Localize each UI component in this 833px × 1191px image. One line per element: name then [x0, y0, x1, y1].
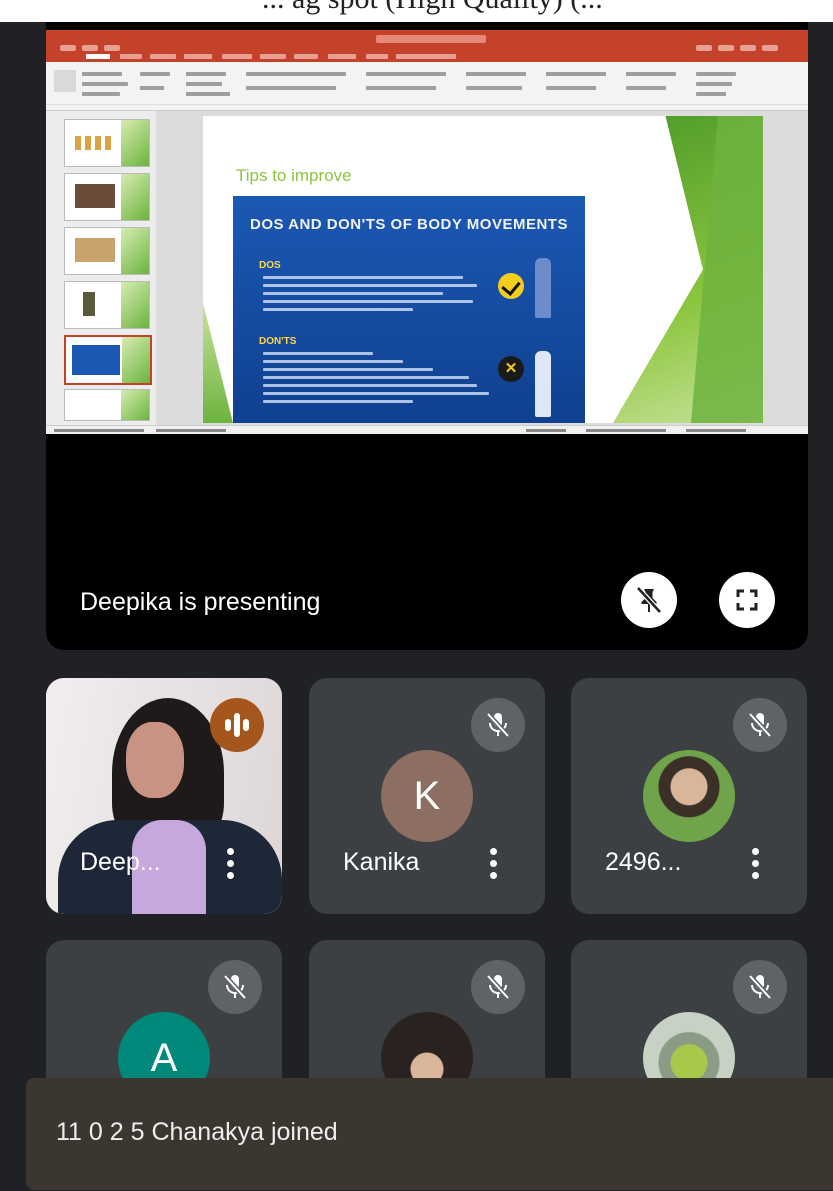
powerpoint-ribbon — [46, 62, 808, 111]
presenter-label: Deepika is presenting — [80, 588, 321, 616]
participant-avatar: K — [381, 750, 473, 842]
infographic-heading: DOS AND DON'TS OF BODY MOVEMENTS — [250, 216, 568, 233]
slide-thumbnail-active[interactable] — [64, 335, 152, 385]
cross-icon: ✕ — [498, 356, 524, 382]
slide-thumbnail[interactable] — [64, 227, 150, 275]
participant-name: 2496... — [605, 848, 682, 876]
mic-off-icon — [471, 960, 525, 1014]
slide-thumbnail[interactable] — [64, 281, 150, 329]
participant-name: Kanika — [343, 848, 420, 876]
participant-tile[interactable]: Deep... — [46, 678, 282, 914]
dos-donts-infographic: DOS AND DON'TS OF BODY MOVEMENTS DOS DON… — [233, 196, 585, 423]
screenshot-caption-strip: ... ag spot (High Quality) (... — [0, 0, 833, 22]
more-options-icon[interactable] — [226, 848, 236, 884]
slide-thumbnail-pane — [46, 111, 156, 425]
presentation-panel: Tips to improve DOS AND DON'TS OF BODY M… — [46, 22, 808, 650]
unpin-icon — [636, 586, 662, 614]
powerpoint-ribbon-tabs — [46, 52, 808, 62]
meet-window: Tips to improve DOS AND DON'TS OF BODY M… — [0, 22, 833, 1191]
current-slide: Tips to improve DOS AND DON'TS OF BODY M… — [203, 116, 763, 423]
check-icon — [498, 273, 524, 299]
donts-label: DON'TS — [259, 336, 297, 347]
shared-screen: Tips to improve DOS AND DON'TS OF BODY M… — [46, 30, 808, 434]
more-options-icon[interactable] — [751, 848, 761, 884]
slide-title: Tips to improve — [236, 166, 352, 185]
fullscreen-button[interactable] — [719, 572, 775, 628]
slide-thumbnail[interactable] — [64, 173, 150, 221]
speaking-indicator-icon — [210, 698, 264, 752]
caption-fragment: ... ag spot (High Quality) (... — [262, 0, 682, 16]
mic-off-icon — [733, 960, 787, 1014]
more-options-icon[interactable] — [489, 848, 499, 884]
participant-video — [126, 722, 184, 798]
participant-tile[interactable]: 2496... — [571, 678, 807, 914]
slide-thumbnail[interactable] — [64, 389, 150, 421]
mic-off-icon — [733, 698, 787, 752]
participant-tile[interactable]: K Kanika — [309, 678, 545, 914]
powerpoint-title-bar — [46, 30, 808, 52]
participant-avatar-photo — [643, 750, 735, 842]
join-notification-toast: 11 0 2 5 Chanakya joined — [26, 1078, 833, 1190]
dos-label: DOS — [259, 260, 281, 271]
powerpoint-status-bar — [46, 425, 808, 434]
mic-off-icon — [208, 960, 262, 1014]
mic-off-icon — [471, 698, 525, 752]
toast-text: 11 0 2 5 Chanakya joined — [56, 1118, 338, 1146]
slide-thumbnail[interactable] — [64, 119, 150, 167]
unpin-button[interactable] — [621, 572, 677, 628]
participant-name: Deep... — [80, 848, 161, 876]
fullscreen-icon — [736, 589, 758, 611]
